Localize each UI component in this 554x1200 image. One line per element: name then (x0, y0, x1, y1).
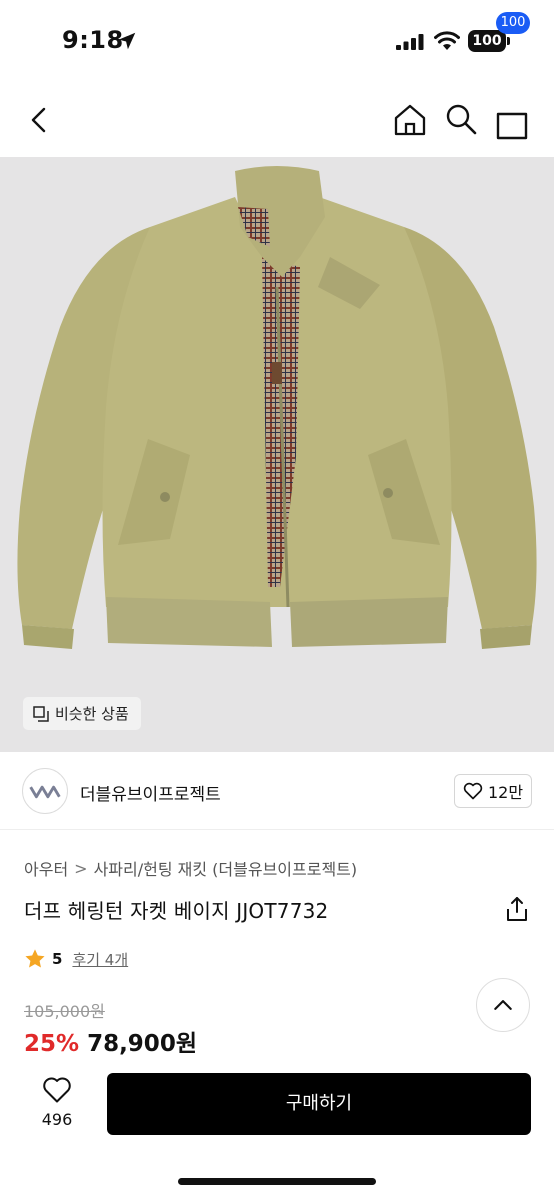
battery-tip (507, 37, 510, 45)
breadcrumb: 아우터 > 사파리/헌팅 재킷 (더블유브이프로젝트) (24, 856, 357, 880)
price-row: 25% 78,900원 (24, 1024, 197, 1058)
product-image[interactable] (0, 157, 554, 752)
wishlist-count: 496 (41, 1110, 73, 1129)
buy-button[interactable]: 구매하기 (107, 1073, 531, 1135)
wishlist-button[interactable]: 496 (30, 1074, 84, 1134)
rating-score: 5 (52, 950, 63, 968)
location-arrow-icon (118, 32, 136, 50)
brand-name[interactable]: 더블유브이프로젝트 (80, 780, 221, 805)
bottom-action-bar: 496 구매하기 (0, 1060, 554, 1200)
share-icon[interactable] (504, 896, 530, 922)
status-bar: 9:18 100 (0, 0, 554, 80)
status-time: 9:18 (62, 26, 124, 54)
similar-products-label: 비슷한 상품 (55, 705, 129, 723)
product-title: 더프 헤링턴 자켓 베이지 JJOT7732 (24, 899, 329, 923)
review-link[interactable]: 후기 4개 (72, 949, 128, 970)
search-icon[interactable] (444, 102, 478, 136)
similar-products-icon (33, 705, 49, 722)
jacket-image (17, 166, 537, 649)
back-icon[interactable] (24, 104, 56, 136)
home-indicator (178, 1178, 376, 1185)
battery-level: 100 (468, 30, 506, 52)
brand-like-button[interactable]: 12만 (454, 774, 532, 808)
brand-like-count: 12만 (487, 783, 524, 802)
brand-row: 더블유브이프로젝트 12만 (0, 760, 554, 830)
home-icon[interactable] (392, 102, 428, 138)
cart-count-badge: 100 (496, 12, 530, 34)
top-nav-bar (0, 88, 554, 152)
breadcrumb-category[interactable]: 아우터 (24, 856, 68, 880)
rating-row: 5 후기 4개 (24, 948, 128, 970)
wifi-icon (434, 31, 460, 50)
scroll-top-button[interactable] (476, 978, 530, 1032)
star-icon (25, 949, 45, 968)
discount-rate: 25% (24, 1031, 80, 1057)
breadcrumb-separator: > (74, 858, 88, 878)
signal-icon (396, 34, 424, 50)
heart-icon (43, 1077, 71, 1103)
similar-products-button[interactable]: 비슷한 상품 (23, 697, 141, 730)
cart-icon[interactable] (492, 98, 532, 142)
breadcrumb-subcategory[interactable]: 사파리/헌팅 재킷 (더블유브이프로젝트) (94, 856, 358, 880)
brand-logo[interactable] (22, 768, 68, 814)
heart-icon (463, 782, 483, 800)
sale-price: 78,900원 (87, 1031, 197, 1057)
original-price: 105,000원 (24, 1002, 105, 1021)
